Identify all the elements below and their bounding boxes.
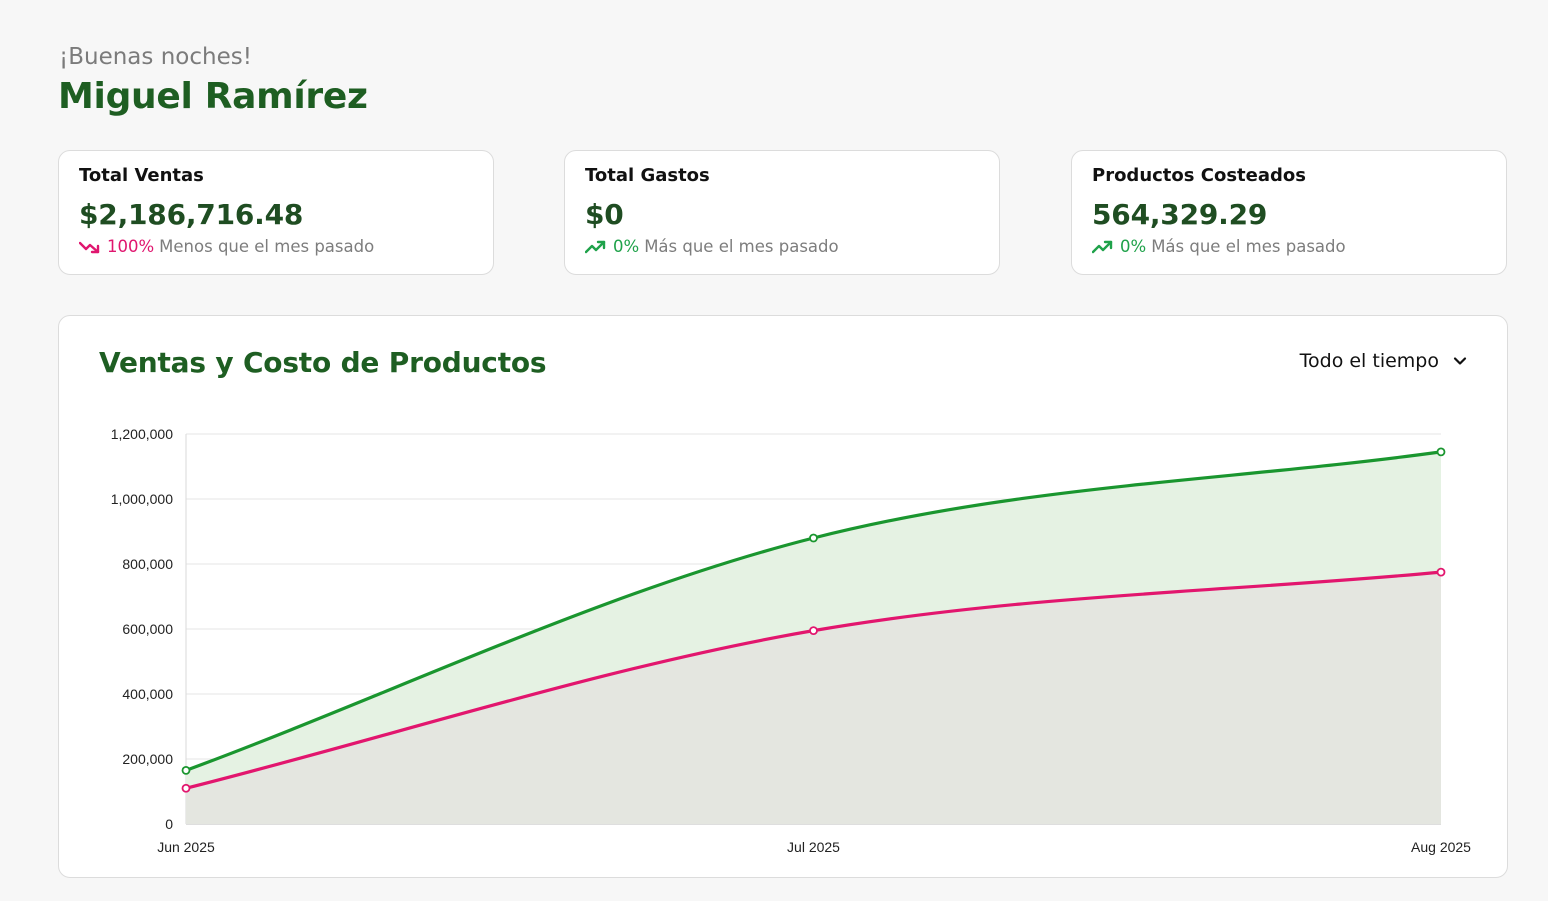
- y-tick-label: 200,000: [122, 751, 173, 767]
- stat-trend-pct: 0%: [613, 237, 640, 256]
- y-tick-label: 600,000: [122, 621, 173, 637]
- y-tick-label: 800,000: [122, 556, 173, 572]
- stat-card-total-gastos: Total Gastos $0 0% Más que el mes pasado: [564, 150, 1000, 275]
- stat-value: 564,329.29: [1092, 198, 1268, 231]
- stat-trend: 100% Menos que el mes pasado: [79, 237, 473, 256]
- series-point-0: [1436, 447, 1446, 457]
- stat-trend-text: Más que el mes pasado: [1151, 237, 1346, 256]
- y-tick-label: 1,200,000: [111, 426, 173, 442]
- stat-trend: 0% Más que el mes pasado: [1092, 237, 1486, 256]
- trending-up-icon: [1092, 240, 1113, 253]
- stat-trend-text: Menos que el mes pasado: [159, 237, 375, 256]
- user-name: Miguel Ramírez: [58, 76, 368, 117]
- stat-trend-pct: 0%: [1120, 237, 1147, 256]
- stat-card-productos-costeados: Productos Costeados 564,329.29 0% Más qu…: [1071, 150, 1507, 275]
- stat-trend-pct: 100%: [107, 237, 155, 256]
- stat-title: Productos Costeados: [1092, 165, 1306, 186]
- stat-title: Total Ventas: [79, 165, 204, 186]
- x-tick-label: Aug 2025: [1411, 839, 1471, 855]
- sales-cost-chart-card: Ventas y Costo de Productos Todo el tiem…: [58, 315, 1508, 878]
- stat-title: Total Gastos: [585, 165, 710, 186]
- stat-value: $0: [585, 198, 624, 231]
- area-chart: 0 200,000 400,000 600,000 800,000 1,000,000 1,…: [111, 426, 1471, 855]
- stat-trend-text: Más que el mes pasado: [644, 237, 839, 256]
- trending-up-icon: [585, 240, 606, 253]
- y-tick-label: 0: [165, 816, 173, 832]
- y-tick-label: 1,000,000: [111, 491, 173, 507]
- stat-value: $2,186,716.48: [79, 198, 304, 231]
- stat-trend: 0% Más que el mes pasado: [585, 237, 979, 256]
- x-tick-label: Jun 2025: [157, 839, 215, 855]
- greeting-text: ¡Buenas noches!: [59, 44, 252, 70]
- series-point-1: [1436, 567, 1446, 577]
- y-tick-label: 400,000: [122, 686, 173, 702]
- series-point-0: [181, 765, 191, 775]
- series-point-1: [809, 626, 818, 636]
- x-tick-label: Jul 2025: [787, 839, 840, 855]
- trending-down-icon: [79, 241, 100, 253]
- stat-card-total-ventas: Total Ventas $2,186,716.48 100% Menos qu…: [58, 150, 494, 275]
- dashboard-page: ¡Buenas noches! Miguel Ramírez Total Ven…: [0, 0, 1548, 901]
- series-point-0: [809, 533, 818, 543]
- series-point-1: [181, 783, 191, 793]
